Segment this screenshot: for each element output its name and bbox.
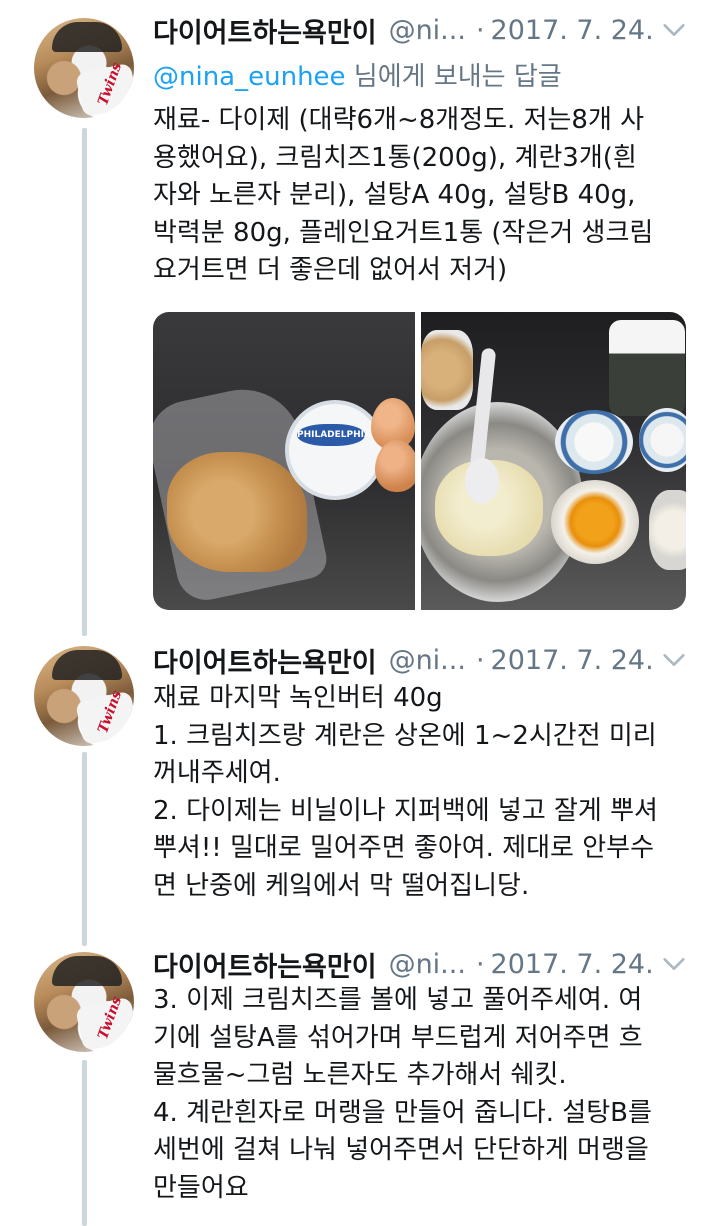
avatar[interactable]: Twins — [34, 646, 134, 746]
tweet-header: 다이어트하는욕만이 @ni... · 2017. 7. 24. — [153, 944, 692, 984]
replying-to: @nina_eunhee 님에게 보내는 답글 — [153, 56, 562, 93]
tweet-date[interactable]: 2017. 7. 24. — [491, 645, 654, 676]
replying-suffix: 님에게 보내는 답글 — [345, 62, 562, 92]
tweet-text-line: 자와 노른자 분리), 설탕A 40g, 설탕B 40g, — [153, 180, 636, 210]
tweet-text-line: 재료 마지막 녹인버터 40g — [153, 683, 443, 713]
tweet-text-line: 물흐물~그럼 노른자도 추가해서 쉐킷. — [153, 1060, 567, 1090]
photo-ingredients-2[interactable] — [421, 312, 686, 610]
display-name[interactable]: 다이어트하는욕만이 — [153, 641, 377, 680]
tweet-text: 재료 마지막 녹인버터 40g 1. 크림치즈랑 계란은 상온에 1~2시간전 … — [153, 680, 698, 905]
tweet-date[interactable]: 2017. 7. 24. — [491, 15, 654, 46]
avatar[interactable]: Twins — [34, 952, 134, 1052]
media-gallery[interactable]: PHILADELPHIA — [153, 312, 686, 610]
brand-label: PHILADELPHIA — [297, 424, 371, 446]
separator-dot: · — [475, 14, 485, 46]
avatar[interactable]: Twins — [34, 18, 134, 118]
tweet-date[interactable]: 2017. 7. 24. — [491, 949, 654, 980]
tweet-text-line: 용했어요), 크림치즈1통(200g), 계란3개(흰 — [153, 142, 637, 173]
chevron-down-icon[interactable] — [660, 16, 688, 44]
photo-ingredients-1[interactable]: PHILADELPHIA — [153, 312, 415, 610]
tweet-text-line: 재료- 다이제 (대략6개~8개정도. 저는8개 사 — [153, 105, 645, 135]
tweet-text-line: 4. 계란흰자로 머랭을 만들어 줍니다. 설탕B를 — [153, 1097, 652, 1128]
tweet-header: 다이어트하는욕만이 @ni... · 2017. 7. 24. — [153, 640, 692, 680]
tweet-text: 3. 이제 크림치즈를 볼에 넣고 풀어주세여. 여 기에 설탕A를 섞어가며 … — [153, 982, 698, 1207]
tweet-text-line: 뿌셔!! 밀대로 밀어주면 좋아여. 제대로 안부수 — [153, 833, 654, 863]
tweet-text-line: 요거트면 더 좋은데 없어서 저거) — [153, 255, 508, 285]
tweet-text: 재료- 다이제 (대략6개~8개정도. 저는8개 사 용했어요), 크림치즈1통… — [153, 102, 698, 290]
user-handle[interactable]: @ni... — [389, 15, 466, 46]
thread-line — [82, 1060, 87, 1226]
tweet-text-line: 1. 크림치즈랑 계란은 상온에 1~2시간전 미리 — [153, 720, 657, 751]
tweet-text-line: 세번에 걸쳐 나눠 넣어주면서 단단하게 머랭을 — [153, 1135, 649, 1165]
user-handle[interactable]: @ni... — [389, 645, 466, 676]
tweet-text-line: 기에 설탕A를 섞어가며 부드럽게 저어주면 흐 — [153, 1022, 643, 1053]
chevron-down-icon[interactable] — [660, 950, 688, 978]
thread-line — [82, 128, 87, 636]
mention-link[interactable]: @nina_eunhee — [153, 62, 346, 92]
chevron-down-icon[interactable] — [660, 646, 688, 674]
tweet-text-line: 2. 다이제는 비닐이나 지퍼백에 넣고 잘게 뿌셔 — [153, 795, 658, 826]
separator-dot: · — [475, 644, 485, 676]
tweet-text-line: 만들어요 — [153, 1172, 249, 1203]
tweet-text-line: 박력분 80g, 플레인요거트1통 (작은거 생크림 — [153, 217, 654, 248]
thread-line — [82, 752, 87, 946]
tweet-header: 다이어트하는욕만이 @ni... · 2017. 7. 24. — [153, 10, 692, 50]
display-name[interactable]: 다이어트하는욕만이 — [153, 945, 377, 984]
separator-dot: · — [475, 948, 485, 980]
tweet-text-line: 3. 이제 크림치즈를 볼에 넣고 풀어주세여. 여 — [153, 985, 643, 1015]
tweet-text-line: 면 난중에 케잌에서 막 떨어집니당. — [153, 870, 530, 901]
tweet-text-line: 꺼내주세여. — [153, 758, 281, 788]
user-handle[interactable]: @ni... — [389, 949, 466, 980]
display-name[interactable]: 다이어트하는욕만이 — [153, 11, 377, 50]
